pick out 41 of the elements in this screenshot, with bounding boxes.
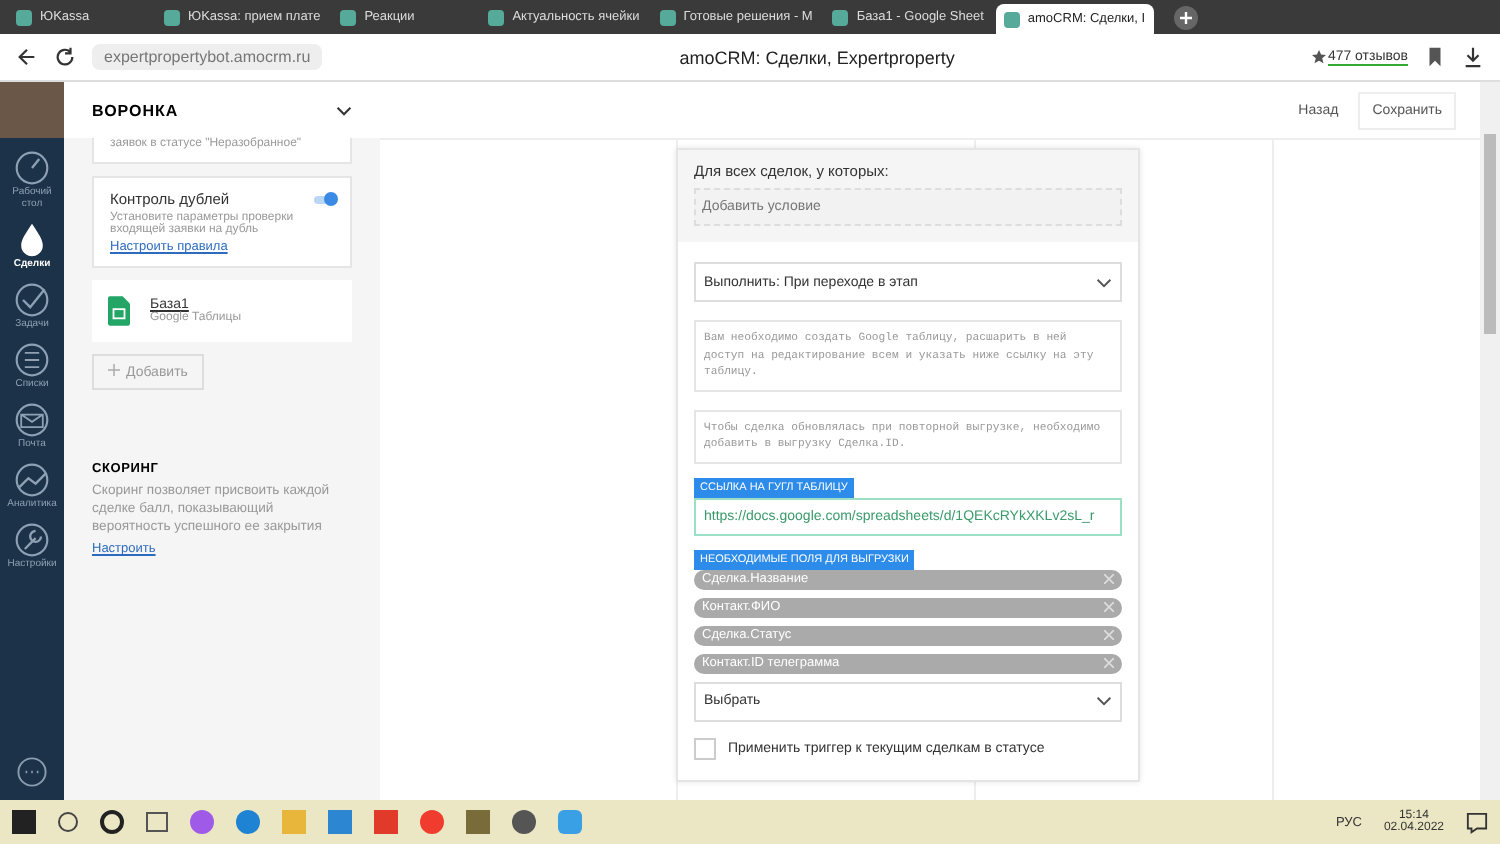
page-title: amoCRM: Сделки, Expertproperty: [677, 47, 957, 67]
chat-bubble-icon[interactable]: [16, 756, 48, 788]
favicon-icon: [16, 9, 32, 25]
close-icon[interactable]: [1104, 630, 1114, 640]
favicon-icon: [659, 9, 676, 25]
close-icon[interactable]: [1104, 602, 1114, 612]
favicon-icon: [164, 9, 180, 25]
checkbox[interactable]: [694, 737, 716, 759]
bookmark-icon[interactable]: [1424, 46, 1446, 68]
plus-icon[interactable]: [1173, 5, 1198, 29]
notification-icon[interactable]: [1466, 811, 1488, 833]
close-icon[interactable]: [1104, 574, 1114, 584]
chevron-down-icon: [1096, 277, 1112, 287]
download-icon[interactable]: [1462, 46, 1484, 68]
taskbar-app-icon[interactable]: [512, 810, 536, 834]
chevron-down-icon[interactable]: [336, 105, 352, 115]
close-icon[interactable]: [1104, 658, 1114, 668]
favicon-icon: [488, 9, 505, 25]
favicon-icon: [340, 9, 357, 25]
plus-icon: [108, 364, 120, 376]
chart-icon: [14, 462, 50, 498]
photo-placeholder: [0, 82, 64, 138]
panel-title: ВОРОНКА: [92, 101, 179, 119]
gauge-icon: [14, 150, 50, 186]
favicon-icon: [1003, 11, 1020, 27]
taskbar-app-icon[interactable]: [58, 812, 78, 832]
spreadsheet-icon: [108, 296, 130, 326]
favicon-icon: [832, 9, 849, 25]
scrollbar-thumb[interactable]: [1484, 134, 1496, 334]
address-field[interactable]: expertpropertybot.amocrm.ru: [92, 44, 323, 70]
star-icon: [1311, 50, 1326, 64]
envelope-icon: [14, 402, 50, 438]
list-icon: [14, 342, 50, 378]
back-arrow-icon[interactable]: [16, 46, 38, 68]
taskbar-app-icon[interactable]: [146, 812, 168, 832]
wrench-icon: [14, 522, 50, 558]
checkmark-icon: [14, 282, 50, 318]
reload-icon[interactable]: [54, 46, 76, 68]
taskbar-app-icon[interactable]: [100, 810, 124, 834]
chevron-down-icon: [1096, 696, 1112, 706]
toggle-switch[interactable]: [314, 195, 334, 203]
